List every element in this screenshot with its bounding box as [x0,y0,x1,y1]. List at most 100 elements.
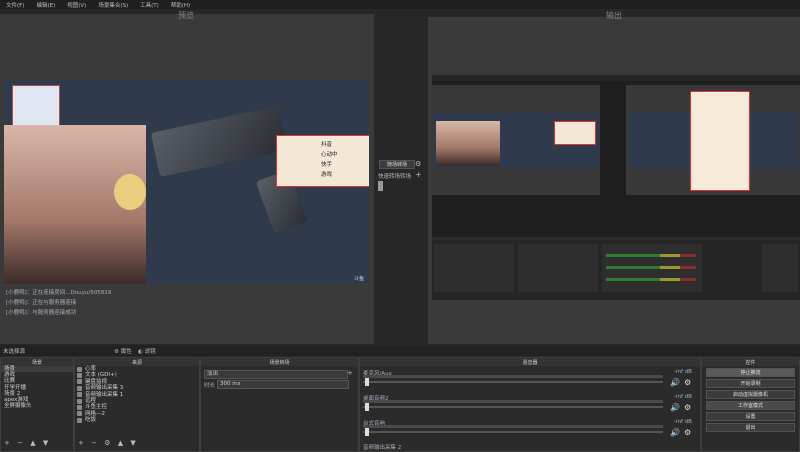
tbar-slider[interactable] [378,181,383,191]
source-icon [77,398,82,404]
nested-preview [432,85,600,195]
add-icon[interactable]: + [347,369,353,377]
menu-scene-collection[interactable]: 场景集合(S) [92,1,134,9]
move-up-button[interactable]: ▲ [30,439,35,447]
nested-scenes [434,244,514,292]
transitions-title: 场景转场 [201,358,358,366]
scenes-title: 场景 [1,358,73,366]
source-icon [77,366,82,372]
gear-icon[interactable]: ⚙ [415,160,421,168]
scene-item[interactable]: 全屏摄像头 [1,403,73,409]
speaker-icon [77,385,82,391]
duration-field[interactable]: 300 ms [217,380,349,389]
move-up-button[interactable]: ▲ [118,439,123,447]
gear-icon[interactable]: ⚙ [684,403,691,412]
scenes-dock: 场景 场景 游戏 比赛 开学开播 场景 2 apex游戏 全屏摄像头 + − ▲… [0,357,74,452]
source-icon [77,411,82,417]
speaker-icon[interactable]: 🔊 [670,403,680,412]
mixer-channel-db: -inf dB [674,394,692,400]
nested-program [626,85,800,195]
move-down-button[interactable]: ▼ [130,439,135,447]
nested-menubar [432,75,800,81]
nested-meter [606,254,696,257]
gear-icon[interactable]: ⚙ [684,378,691,387]
properties-button[interactable]: ⚙ 属性 [114,347,132,355]
preview-title: 预览 [178,11,194,20]
transition-button[interactable]: 随场转场 [379,160,415,169]
nested-large-sticker [690,91,750,191]
start-recording-button[interactable]: 开始录制 [706,379,795,388]
chat-line: [小鹿鸭]：正在连接房间...Douyu/505819 [6,290,112,296]
menu-edit[interactable]: 编辑(E) [30,1,61,9]
studio-mode-button[interactable]: 工作室模式 [706,401,795,410]
filters-label: 滤镜 [144,349,156,355]
volume-meter [363,400,663,403]
add-source-button[interactable]: + [78,439,84,447]
preview-watermark: 斗鱼 [354,276,365,282]
volume-meter [363,375,663,378]
mixer-dock: 混音器 麦克风/Aux -inf dB 🔊 ⚙ 桌面音频2 -inf dB 🔊 … [359,357,701,452]
add-icon[interactable]: + [415,170,422,179]
source-label: 吃饭 [85,417,97,424]
source-icon [77,379,82,385]
transition-select[interactable]: 淡出 [204,370,348,379]
controls-title: 控件 [702,358,799,366]
text-icon [77,373,82,379]
no-source-label: 未选择源 [3,349,26,355]
sources-title: 来源 [75,358,199,366]
source-item[interactable]: 吃饭 [75,417,199,423]
chat-line: [小鹿鸭]：与服务器连接成功 [6,310,77,316]
sources-dock: 来源 心率 文本 (GDI+) 键盘监视 音频输出采集 3 音频输出采集 1 远… [74,357,200,452]
nested-sources [518,244,598,292]
speaker-icon[interactable]: 🔊 [670,378,680,387]
add-scene-button[interactable]: + [4,439,10,447]
program-canvas[interactable] [432,75,800,245]
virtual-camera-button[interactable]: 启动虚拟摄像机 [706,390,795,399]
nested-program-image [628,91,798,191]
remove-source-button[interactable]: − [91,439,97,447]
game-weapon-image [150,105,288,178]
nested-meter [606,266,696,269]
volume-slider-handle[interactable] [365,403,369,411]
scenes-footer: + − ▲ ▼ [4,439,53,447]
volume-slider[interactable] [363,406,663,408]
volume-slider-handle[interactable] [365,378,369,386]
text-icon [77,405,82,411]
nested-webcam [436,121,500,166]
source-icon [77,417,82,423]
mixer-channel-db: -inf dB [674,369,692,375]
program-title: 输出 [606,11,622,20]
volume-slider[interactable] [363,381,663,383]
menu-tools[interactable]: 工具(T) [134,1,165,9]
sources-footer: + − ⚙ ▲ ▼ [78,439,141,447]
gear-icon[interactable]: ⚙ [684,428,691,437]
toy-object [114,174,146,210]
mixer-title: 混音器 [360,358,700,366]
nested-meter [606,278,696,281]
stop-streaming-button[interactable]: 停止推流 [706,368,795,377]
menu-help[interactable]: 帮助(H) [165,1,196,9]
gear-icon[interactable]: ⚙ [104,439,110,447]
settings-button[interactable]: 设置 [706,412,795,421]
volume-slider-handle[interactable] [365,428,369,436]
exit-button[interactable]: 退出 [706,423,795,432]
menu-file[interactable]: 文件(F) [0,1,30,9]
platform-sticker: 抖音 心动中 快手 游戏 [276,135,369,187]
chat-log: [小鹿鸭]：正在连接房间...Douyu/505819 [小鹿鸭]：正在与服务器… [6,288,111,318]
speaker-icon[interactable]: 🔊 [670,428,680,437]
volume-slider[interactable] [363,431,663,433]
duration-label: 时长 [204,383,216,389]
preview-canvas[interactable]: 抖音 心动中 快手 游戏 斗鱼 [4,79,369,284]
volume-meter [363,425,663,428]
move-down-button[interactable]: ▼ [43,439,48,447]
nested-sticker [554,121,596,145]
menu-view[interactable]: 视图(V) [61,1,92,9]
speaker-icon [77,392,82,398]
mixer-channel-db: -inf dB [674,419,692,425]
remove-scene-button[interactable]: − [17,439,23,447]
nested-dock-area [432,240,800,300]
filters-button[interactable]: ◐ 滤镜 [138,347,156,355]
properties-label: 属性 [120,349,132,355]
quick-transitions-label: 快速转场转场 [378,174,412,180]
controls-dock: 控件 停止推流 开始录制 启动虚拟摄像机 工作室模式 设置 退出 [701,357,800,452]
